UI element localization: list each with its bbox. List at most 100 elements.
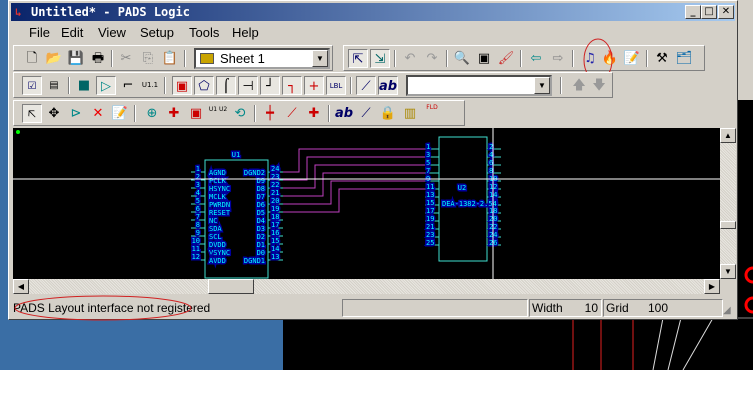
tools-toolbar: ⇱ ⇲ ↶ ↷ 🔍 ▣ 🖌 ⇦ ⇨ ♫ 🔥 📝 ⚒ 🗂 — [343, 45, 705, 71]
select-part-icon[interactable]: ▤ — [44, 76, 64, 95]
u1-pin-number: 9 — [196, 229, 200, 237]
vertical-scroll-thumb[interactable] — [720, 221, 736, 229]
hierarchical-icon[interactable]: ▣ — [172, 76, 192, 95]
up-arrow-icon[interactable]: 🡅 — [569, 76, 589, 95]
add-ref-icon[interactable]: U1.1 — [140, 76, 160, 95]
u1-pin-number: 5 — [196, 197, 200, 205]
print-icon[interactable]: 🖶 — [88, 49, 108, 68]
label-icon[interactable]: LBL — [326, 76, 346, 95]
new-icon[interactable]: 🗋 — [22, 49, 42, 68]
u2-pin-number: 21 — [426, 223, 434, 231]
hyperlynx-icon[interactable]: ⚒ — [652, 49, 672, 68]
u1-pin-number: 12 — [192, 253, 200, 261]
menu-setup[interactable]: Setup — [140, 25, 174, 40]
edit-field-icon[interactable]: ▥ — [400, 104, 420, 123]
text-icon[interactable]: ab — [378, 76, 398, 95]
split-wire-icon[interactable]: ⟋ — [282, 104, 302, 123]
text-combo[interactable]: ▼ — [406, 75, 552, 96]
redraw-icon[interactable]: 🖌 — [496, 49, 516, 68]
add-corner-icon[interactable]: ┿ — [260, 104, 280, 123]
junction-icon[interactable]: + — [304, 76, 324, 95]
add-field-icon[interactable]: FLD — [422, 104, 442, 123]
schematic-toolbar: ☑ ▤ ■ ▷ ⌐ U1.1 ▣ ⬠ ⌠ ⊣ ┘ ┐ + LBL ⟋ ab ▼ — [13, 72, 579, 98]
select-arrow-icon[interactable]: 🡤 — [22, 104, 42, 123]
delete-icon[interactable]: ✕ — [88, 104, 108, 123]
u1-pin-number: 17 — [271, 221, 279, 229]
u2-body — [438, 136, 488, 262]
u1-pin-number: 6 — [196, 205, 200, 213]
add-part-icon[interactable]: ■ — [74, 76, 94, 95]
menu-help[interactable]: Help — [232, 25, 259, 40]
move-icon[interactable]: ✥ — [44, 104, 64, 123]
u2-value: DEA-1382-2.54 — [442, 200, 497, 208]
u1-pin-number: 23 — [271, 173, 279, 181]
redo-icon[interactable]: ↷ — [422, 49, 442, 68]
edit-text-icon[interactable]: ab — [334, 104, 354, 123]
off-page-icon[interactable]: ⬠ — [194, 76, 214, 95]
2d-line-icon[interactable]: ⟋ — [356, 76, 376, 95]
schematic-canvas[interactable]: U1 1 AGND 2 PCLK 3 HSYNC 4 MCLK 5 PWRDN 6 RESET 7 NC 8 S… — [13, 128, 720, 279]
cut-icon[interactable]: ✂ — [116, 49, 136, 68]
u1-pin-name: AGND — [209, 169, 226, 177]
edit-properties-icon[interactable]: 📝 — [110, 104, 130, 123]
select-mode-icon[interactable]: ⇲ — [370, 49, 390, 68]
scroll-up-button[interactable]: ▲ — [720, 128, 736, 143]
width-label: Width — [532, 301, 563, 315]
chevron-down-icon[interactable]: ▼ — [534, 77, 550, 94]
add-wire-icon[interactable]: ✚ — [304, 104, 324, 123]
pads-logic-window: ↳ Untitled* - PADS Logic _ □ ✕ File Edit… — [8, 0, 738, 321]
close-button[interactable]: ✕ — [718, 5, 734, 19]
resize-grip[interactable]: ◢ — [723, 305, 731, 316]
origin-marker — [16, 130, 20, 134]
scroll-left-button[interactable]: ◀ — [13, 279, 29, 294]
swap-ref-icon[interactable]: U1 U2 — [208, 104, 228, 123]
copy-part-icon[interactable]: ⊳ — [66, 104, 86, 123]
add-hier-icon[interactable]: ▣ — [186, 104, 206, 123]
u1-pin-name: HSYNC — [209, 185, 230, 193]
menu-file[interactable]: File — [29, 25, 50, 40]
add-part-red-icon[interactable]: ⊕ — [142, 104, 162, 123]
horizontal-scroll-thumb[interactable] — [208, 279, 254, 294]
ground-icon[interactable]: ⊣ — [238, 76, 258, 95]
u2-pin-number: 13 — [426, 191, 434, 199]
minimize-button[interactable]: _ — [685, 5, 701, 19]
menu-view[interactable]: View — [98, 25, 126, 40]
menu-edit[interactable]: Edit — [61, 25, 83, 40]
u2-pin-number: 17 — [426, 207, 434, 215]
back-annotate-icon[interactable]: ⇦ — [526, 49, 546, 68]
vertical-scrollbar[interactable]: ▲ ▼ — [720, 128, 736, 279]
menu-tools[interactable]: Tools — [189, 25, 219, 40]
edit-line-icon[interactable]: ⟋ — [356, 104, 376, 123]
library-icon[interactable]: 🗂 — [674, 49, 694, 68]
view-icon[interactable]: ▣ — [474, 49, 494, 68]
maximize-button[interactable]: □ — [701, 5, 717, 19]
add-connection-icon[interactable]: ⌐ — [118, 76, 138, 95]
scroll-right-button[interactable]: ▶ — [704, 279, 720, 294]
chevron-down-icon[interactable]: ▼ — [312, 50, 328, 67]
ab-label-2: ab — [334, 106, 354, 121]
horizontal-scrollbar[interactable]: ◀ ▶ — [13, 279, 720, 294]
swap-gate-icon[interactable]: ⟲ — [230, 104, 250, 123]
paste-icon[interactable]: 📋 — [160, 49, 180, 68]
save-icon[interactable]: 💾 — [66, 49, 86, 68]
sheet-select[interactable]: Sheet 1 ▼ — [194, 48, 330, 69]
title-bar[interactable]: ↳ Untitled* - PADS Logic _ □ ✕ — [11, 3, 735, 21]
down-arrow-icon[interactable]: 🡇 — [589, 76, 609, 95]
add-gate-icon[interactable]: ▷ — [96, 76, 116, 95]
power-icon[interactable]: ⌠ — [216, 76, 236, 95]
u1-pin-name: D1 — [257, 241, 265, 249]
add-gate-red-icon[interactable]: ✚ — [164, 104, 184, 123]
lock-text-icon[interactable]: 🔒 — [378, 104, 398, 123]
properties-icon[interactable]: 📝 — [622, 49, 642, 68]
forward-annotate-icon[interactable]: ⇨ — [548, 49, 568, 68]
undo-icon[interactable]: ↶ — [400, 49, 420, 68]
net-label-icon[interactable]: ┘ — [260, 76, 280, 95]
select-filter-icon[interactable]: ⇱ — [348, 49, 368, 68]
copy-icon[interactable]: ⎘ — [138, 49, 158, 68]
scroll-down-button[interactable]: ▼ — [720, 264, 736, 279]
bus-icon[interactable]: ┐ — [282, 76, 302, 95]
open-icon[interactable]: 📂 — [44, 49, 64, 68]
zoom-icon[interactable]: 🔍 — [452, 49, 472, 68]
select-schematic-icon[interactable]: ☑ — [22, 76, 42, 95]
fld-label: FLD — [426, 104, 438, 111]
